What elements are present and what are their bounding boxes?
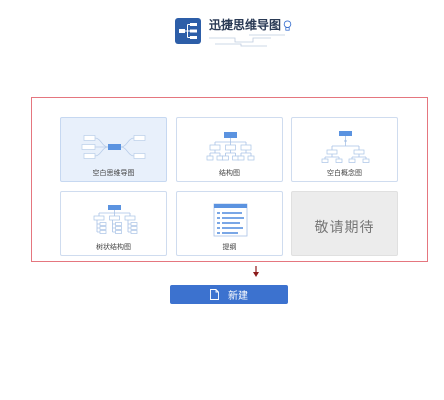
template-card-structure[interactable]: 结构图 [176,117,283,182]
new-button-label: 新建 [228,291,248,302]
template-card-concept[interactable]: 空白概念图 [291,117,398,182]
coming-soon-label: 敬请期待 [314,220,375,236]
new-button[interactable]: 新建 [170,285,288,304]
template-label-concept: 空白概念图 [327,169,362,177]
template-card-mindmap[interactable]: 空白思维导图 [60,117,167,182]
circuit-decoration [209,34,285,47]
arrow-down-icon [253,266,259,277]
template-selection-frame: 空白思维导图 结构图 空白概念图 树状结构图 提纲 敬请期待 [31,97,428,262]
template-label-mindmap: 空白思维导图 [92,169,135,177]
template-card-outline[interactable]: 提纲 [176,191,283,256]
mindmap-icon [81,135,146,159]
org-chart-icon [206,132,255,161]
template-label-outline: 提纲 [222,243,237,251]
tree-chart-icon [93,205,138,234]
template-label-tree: 树状结构图 [96,243,131,251]
concept-map-icon [321,131,370,163]
lightbulb-icon [283,20,292,31]
template-card-coming-soon: 敬请期待 [291,191,398,256]
new-file-icon [210,289,219,300]
outline-icon [213,203,248,237]
app-logo: 迅捷思维导图 [175,18,293,48]
mindmap-logo-icon [175,18,201,44]
template-label-structure: 结构图 [219,169,240,177]
app-title: 迅捷思维导图 [209,18,282,32]
template-card-tree[interactable]: 树状结构图 [60,191,167,256]
